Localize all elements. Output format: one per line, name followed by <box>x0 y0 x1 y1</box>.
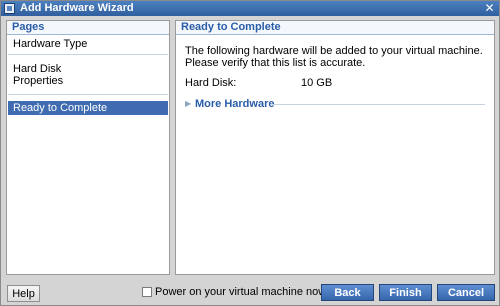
wizard-window-icon <box>4 3 15 14</box>
nav-item-ready-to-complete[interactable]: Ready to Complete <box>8 101 168 115</box>
cancel-button[interactable]: Cancel <box>437 284 495 301</box>
expand-triangle-icon[interactable]: ▶ <box>185 97 191 111</box>
more-hardware-toggle[interactable]: ▶ More Hardware <box>185 97 485 111</box>
window-title: Add Hardware Wizard <box>20 2 134 14</box>
section-rule <box>270 104 485 105</box>
nav-item-properties[interactable]: Properties <box>8 74 168 88</box>
wizard-window: Add Hardware Wizard ✕ Pages Hardware Typ… <box>0 0 500 306</box>
summary-description: The following hardware will be added to … <box>185 45 483 69</box>
nav-divider <box>8 54 168 55</box>
finish-button[interactable]: Finish <box>379 284 432 301</box>
power-on-label[interactable]: Power on your virtual machine now <box>155 286 326 298</box>
close-icon[interactable]: ✕ <box>484 1 495 16</box>
nav-item-hardware-type[interactable]: Hardware Type <box>8 37 168 51</box>
back-button[interactable]: Back <box>321 284 374 301</box>
nav-divider <box>8 94 168 95</box>
content-header: Ready to Complete <box>176 21 494 35</box>
hard-disk-value: 10 GB <box>301 77 333 89</box>
help-button[interactable]: Help <box>7 285 40 302</box>
power-on-checkbox[interactable] <box>142 287 152 297</box>
more-hardware-link[interactable]: More Hardware <box>195 97 274 111</box>
title-bar[interactable]: Add Hardware Wizard ✕ <box>1 1 499 16</box>
content-panel: Ready to Complete The following hardware… <box>175 20 495 275</box>
hard-disk-label: Hard Disk: <box>185 77 237 89</box>
pages-panel: Pages Hardware Type Hard Disk Properties… <box>6 20 170 275</box>
pages-header: Pages <box>7 21 169 35</box>
